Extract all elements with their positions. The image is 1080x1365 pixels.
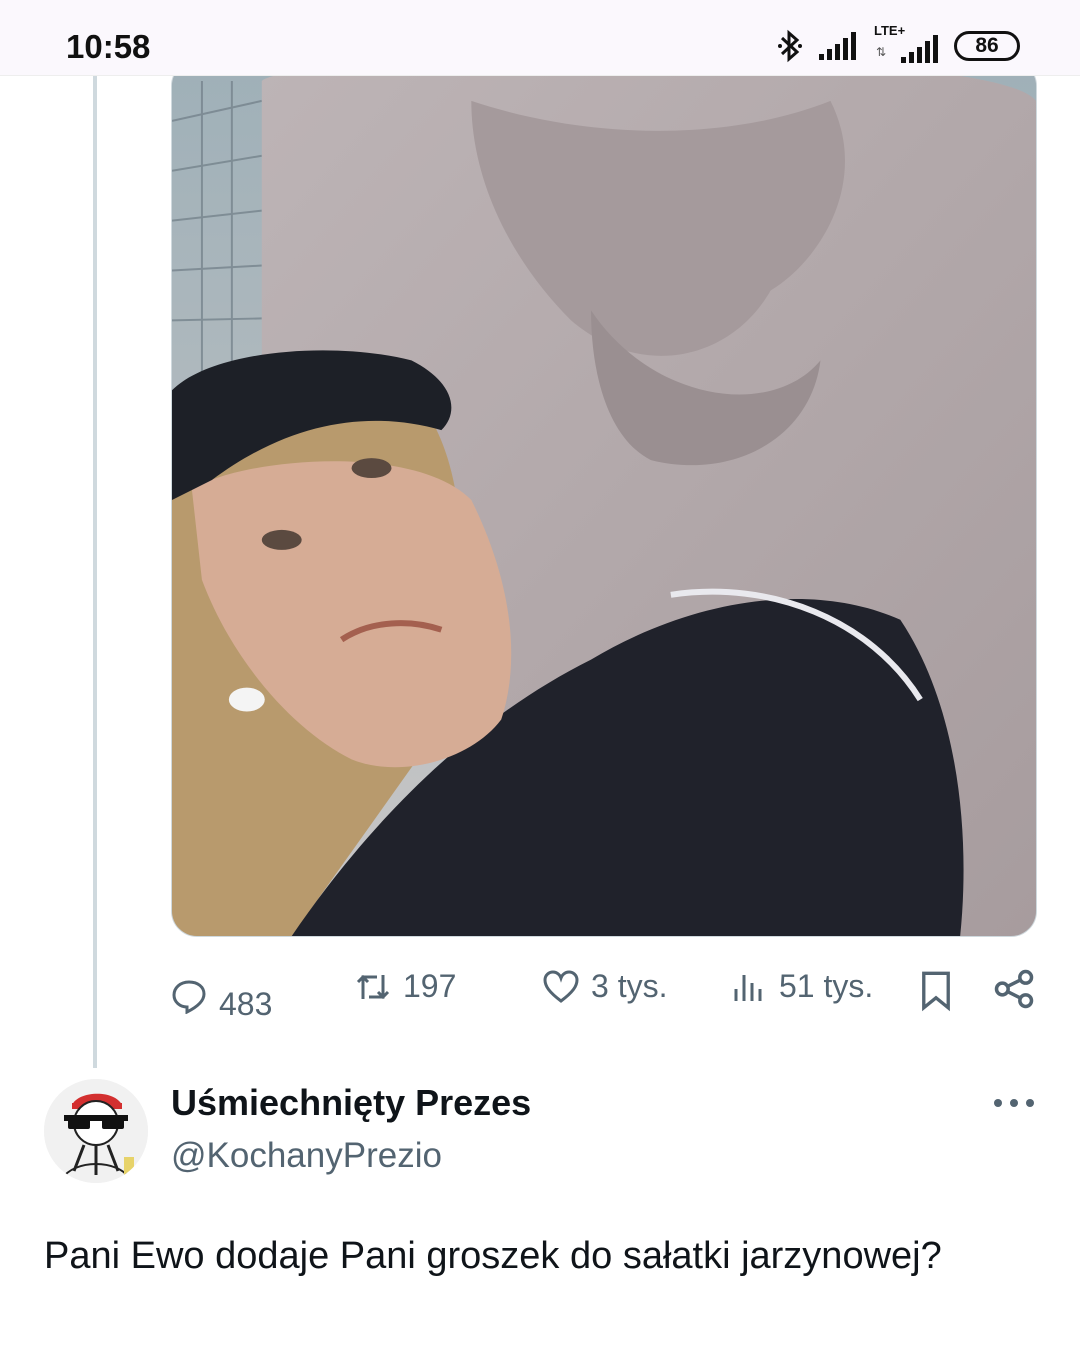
retweet-count: 197	[403, 968, 457, 1004]
user-handle[interactable]: @KochanyPrezio	[171, 1136, 442, 1176]
views-icon	[734, 974, 762, 1001]
display-name[interactable]: Uśmiechnięty Prezes	[171, 1082, 531, 1124]
bookmark-icon	[922, 971, 950, 1012]
tweet-actions: 483 197 3 tys. 51 tys.	[171, 968, 1037, 1028]
avatar[interactable]	[44, 1079, 148, 1183]
avatar-illustration	[44, 1079, 148, 1183]
views-count: 51 tys.	[779, 968, 874, 1004]
status-icons: LTE+ ⇅ 86	[777, 23, 1020, 66]
retweet-button[interactable]: 197	[355, 968, 456, 1005]
status-time: 10:58	[66, 28, 151, 65]
tweet-photo[interactable]	[171, 60, 1037, 937]
thread-line	[93, 76, 97, 1068]
battery-level: 86	[975, 34, 999, 57]
status-bar: 10:58 LTE+ ⇅ 86	[0, 0, 1080, 76]
battery-icon: 86	[954, 31, 1020, 61]
like-button[interactable]: 3 tys.	[543, 968, 667, 1005]
signal-icon	[819, 32, 856, 60]
more-options-icon[interactable]	[994, 1088, 1034, 1118]
page: 10:58 LTE+ ⇅ 86 483 197 3 tys. 51 tys. U…	[0, 0, 1080, 1365]
like-count: 3 tys.	[591, 968, 668, 1004]
share-icon	[994, 969, 1034, 1009]
share-button[interactable]	[993, 968, 1035, 1010]
reply-icon	[172, 979, 206, 1014]
reply-count: 483	[219, 986, 273, 1022]
tweet-text: Pani Ewo dodaje Pani groszek do sałatki …	[44, 1235, 942, 1277]
bluetooth-icon	[778, 29, 802, 63]
heart-icon	[543, 969, 579, 1003]
photo-illustration	[172, 61, 1036, 936]
retweet-icon	[356, 974, 390, 999]
reply-button[interactable]: 483	[171, 968, 272, 1023]
data-arrows-icon: ⇅	[876, 45, 887, 59]
lte-signal-icon: LTE+ ⇅	[872, 23, 938, 65]
bookmark-button[interactable]	[916, 968, 956, 1012]
views-button[interactable]: 51 tys.	[731, 968, 873, 1005]
